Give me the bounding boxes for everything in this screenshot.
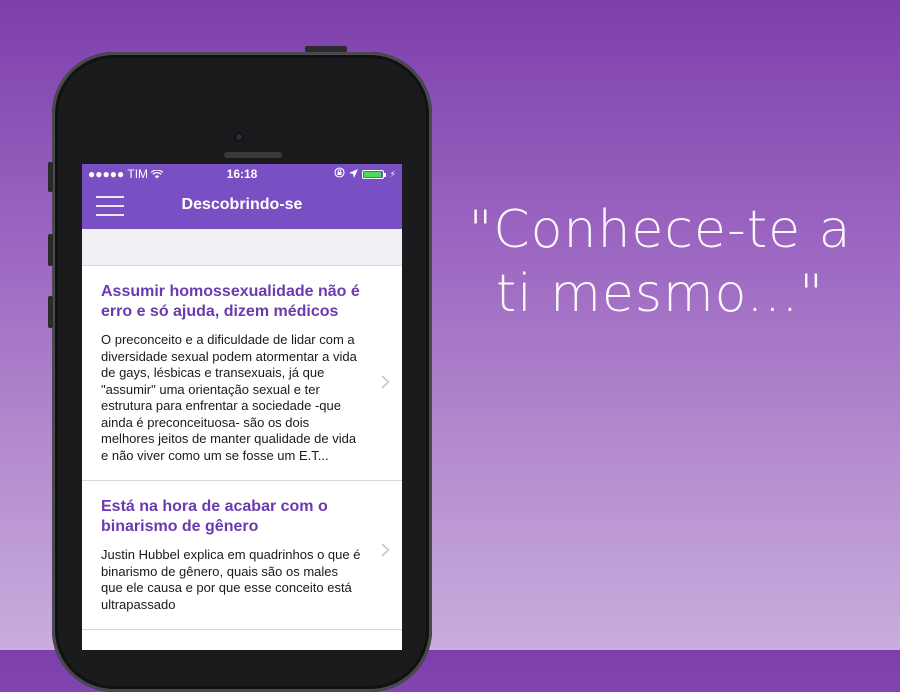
- chevron-right-icon: [381, 541, 390, 562]
- page-title: Descobrindo-se: [181, 196, 303, 213]
- volume-down-button: [48, 296, 53, 328]
- tagline-line-2: ti mesmo...": [495, 264, 825, 324]
- front-camera: [234, 132, 244, 142]
- article-title: Assumir homossexualidade não é erro e só…: [101, 283, 360, 320]
- lock-rotation-icon: [334, 164, 345, 184]
- article-summary: Justin Hubbel explica em quadrinhos o qu…: [101, 547, 361, 612]
- tagline-quote: "Conhece-te a ti mesmo...": [450, 198, 870, 326]
- status-bar: ●●●●● TIM 16:18 ⚡: [82, 164, 402, 184]
- list-top-spacer: [82, 229, 402, 266]
- location-arrow-icon: [348, 164, 358, 184]
- app-header: ●●●●● TIM 16:18 ⚡ Descobrindo-se: [82, 164, 402, 229]
- nav-bar: Descobrindo-se: [82, 184, 402, 229]
- phone-screen: ●●●●● TIM 16:18 ⚡ Descobrindo-se Assumir…: [82, 164, 402, 650]
- earpiece-speaker: [224, 152, 282, 158]
- status-icons: ⚡: [334, 164, 396, 184]
- article-summary: O preconceito e a dificuldade de lidar c…: [101, 332, 357, 463]
- chevron-right-icon: [381, 373, 390, 394]
- silent-switch: [48, 162, 53, 192]
- battery-icon: [361, 169, 386, 179]
- power-button: [305, 46, 347, 52]
- list-item[interactable]: Está na hora de acabar com o binarismo d…: [82, 481, 402, 630]
- volume-up-button: [48, 234, 53, 266]
- list-item[interactable]: Assumir homossexualidade não é erro e só…: [82, 266, 402, 481]
- article-title: Está na hora de acabar com o binarismo d…: [101, 498, 328, 535]
- charging-icon: ⚡: [389, 169, 396, 179]
- tagline-line-1: "Conhece-te a: [468, 200, 852, 260]
